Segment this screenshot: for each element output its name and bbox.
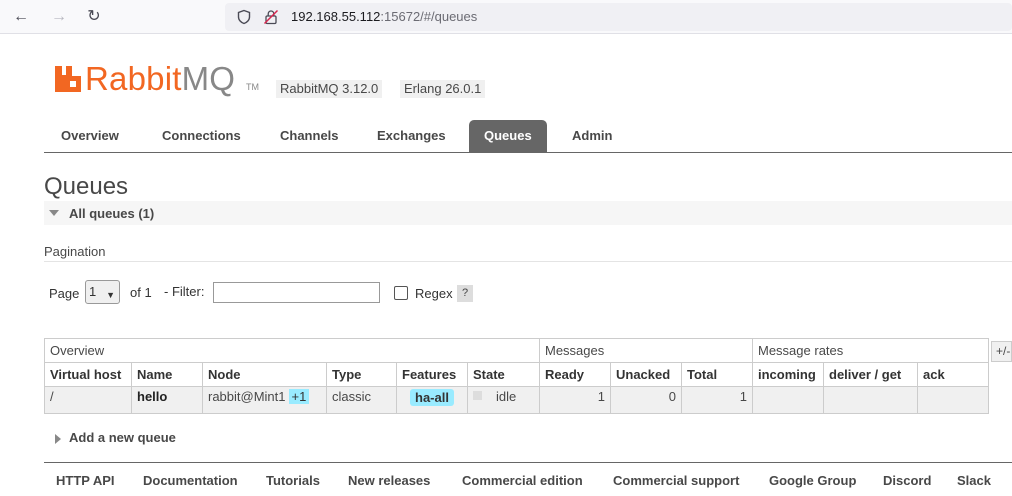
footer: HTTP API Documentation Tutorials New rel… [44,462,1012,496]
url-host: 192.168.55.112 [291,9,381,24]
add-queue-label: Add a new queue [69,430,176,445]
footer-link-tutorials[interactable]: Tutorials [266,473,320,488]
footer-link-documentation[interactable]: Documentation [143,473,238,488]
group-message-rates: Message rates [752,338,989,363]
rabbitmq-version: RabbitMQ 3.12.0 [276,80,383,98]
insecure-lock-icon [263,9,279,25]
regex-label: Regex [415,286,453,301]
cell-vhost: / [44,386,132,414]
cell-total: 1 [681,386,753,414]
pagination-label: Pagination [44,244,106,259]
state-text: idle [496,389,517,404]
col-features[interactable]: Features [396,362,468,387]
footer-link-commercial-edition[interactable]: Commercial edition [462,473,583,488]
address-bar[interactable]: 192.168.55.112:15672/#/queues [225,3,1012,31]
tab-admin[interactable]: Admin [557,120,627,152]
col-type[interactable]: Type [326,362,397,387]
col-unacked[interactable]: Unacked [610,362,682,387]
rabbitmq-logo-icon [55,66,81,92]
footer-link-commercial-support[interactable]: Commercial support [613,473,739,488]
col-node[interactable]: Node [202,362,327,387]
queues-table: Overview Messages Message rates Virtual … [44,338,989,414]
section-title: All queues (1) [69,206,155,221]
col-state[interactable]: State [467,362,540,387]
page-count: of 1 [130,285,152,300]
url-path: :15672/#/queues [380,9,478,24]
reload-icon[interactable]: ↻ [83,6,105,28]
cell-state: idle [467,386,540,414]
chevron-down-icon: ▼ [106,290,115,300]
tab-queues[interactable]: Queues [469,120,547,152]
group-overview: Overview [44,338,540,363]
table-row[interactable]: / hello rabbit@Mint1 +1 classic ha-all id… [44,386,989,414]
tab-channels[interactable]: Channels [265,120,354,152]
divider [44,261,1012,262]
ha-policy-badge[interactable]: ha-all [410,389,454,406]
cell-unacked: 0 [610,386,682,414]
expand-triangle-icon [55,434,61,444]
page-select[interactable]: 1 ▼ [85,280,120,304]
shield-icon [237,9,251,25]
back-arrow-icon[interactable]: ← [10,6,32,28]
state-indicator [473,391,482,400]
col-ack[interactable]: ack [917,362,989,387]
filter-input[interactable] [213,282,380,303]
cell-features: ha-all [396,386,468,414]
group-messages: Messages [539,338,753,363]
footer-link-discord[interactable]: Discord [883,473,931,488]
col-name[interactable]: Name [131,362,203,387]
cell-incoming [752,386,824,414]
table-column-header: Virtual host Name Node Type Features Sta… [44,362,989,387]
cell-deliver-get [823,386,918,414]
node-name: rabbit@Mint1 [208,389,286,404]
page-label: Page [49,286,80,301]
col-virtual-host[interactable]: Virtual host [44,362,132,387]
url-text: 192.168.55.112:15672/#/queues [291,9,477,24]
regex-checkbox[interactable] [394,286,408,300]
col-total[interactable]: Total [681,362,753,387]
footer-link-new-releases[interactable]: New releases [348,473,430,488]
footer-link-google-group[interactable]: Google Group [769,473,856,488]
cell-node: rabbit@Mint1 +1 [202,386,327,414]
erlang-version: Erlang 26.0.1 [400,80,486,98]
footer-link-slack[interactable]: Slack [957,473,991,488]
page-title: Queues [44,173,129,200]
page-select-value: 1 [89,284,97,299]
queue-name-link[interactable]: hello [131,386,203,414]
tab-overview[interactable]: Overview [46,120,134,152]
logo-tm: TM [246,82,259,92]
logo-rabbit-text: Rabbit [85,60,182,97]
mirror-count-badge: +1 [288,389,310,404]
cell-ready: 1 [539,386,611,414]
all-queues-section-toggle[interactable]: All queues (1) [44,201,1012,225]
tab-connections[interactable]: Connections [147,120,256,152]
col-deliver-get[interactable]: deliver / get [823,362,918,387]
collapse-triangle-icon [49,210,59,216]
forward-arrow-icon[interactable]: → [48,6,70,28]
browser-toolbar: ← → ↻ 192.168.55.112:15672/#/queues [0,0,1012,34]
filter-label: - Filter: [164,284,205,299]
logo-mq-text: MQ [181,60,236,97]
column-toggle-button[interactable]: +/- [991,341,1012,362]
tab-exchanges[interactable]: Exchanges [362,120,461,152]
table-group-header: Overview Messages Message rates [44,338,989,363]
cell-type: classic [326,386,397,414]
main-tabs: Overview Connections Channels Exchanges … [44,120,1012,153]
col-ready[interactable]: Ready [539,362,611,387]
regex-help-button[interactable]: ? [457,285,473,302]
footer-link-http-api[interactable]: HTTP API [56,473,115,488]
logo-wordmark: RabbitMQ [85,60,235,98]
col-incoming[interactable]: incoming [752,362,824,387]
cell-ack [917,386,989,414]
